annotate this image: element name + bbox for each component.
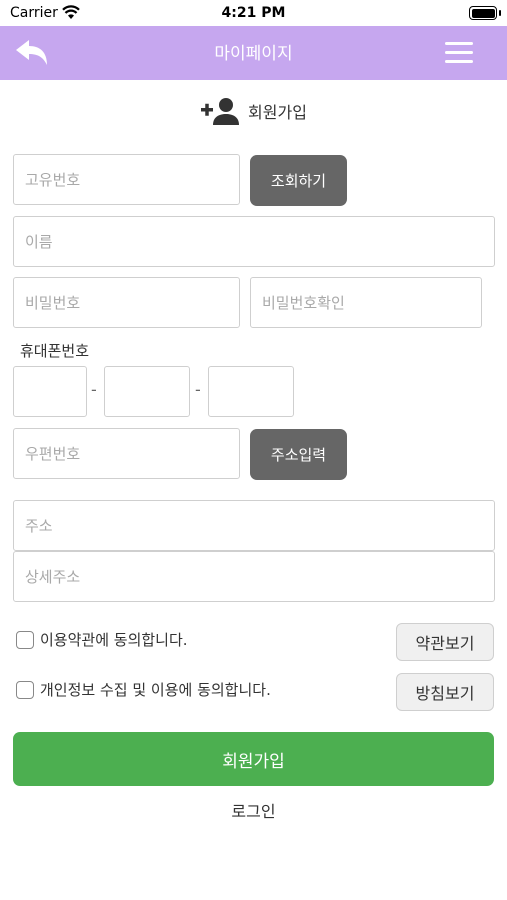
login-link[interactable]: 로그인 bbox=[0, 798, 507, 822]
add-user-icon bbox=[201, 98, 240, 125]
password-confirm-input[interactable] bbox=[250, 277, 482, 328]
terms-label: 이용약관에 동의합니다. bbox=[40, 631, 188, 649]
address-search-button[interactable]: 주소입력 bbox=[250, 429, 347, 480]
privacy-agreement-row: 개인정보 수집 및 이용에 동의합니다. bbox=[16, 679, 271, 700]
signup-submit-button[interactable]: 회원가입 bbox=[13, 732, 494, 786]
address-detail-input[interactable] bbox=[13, 551, 495, 602]
view-terms-button[interactable]: 약관보기 bbox=[396, 623, 494, 661]
clock: 4:21 PM bbox=[221, 5, 286, 21]
privacy-label: 개인정보 수집 및 이용에 동의합니다. bbox=[40, 681, 271, 699]
phone-label: 휴대폰번호 bbox=[20, 342, 90, 360]
hamburger-menu-icon[interactable] bbox=[445, 42, 473, 64]
phone-separator: - bbox=[91, 380, 97, 399]
terms-checkbox[interactable] bbox=[16, 630, 34, 649]
name-input[interactable] bbox=[13, 216, 495, 267]
unique-id-input[interactable] bbox=[13, 154, 240, 205]
section-title: 회원가입 bbox=[248, 103, 307, 122]
status-bar: Carrier 4:21 PM bbox=[0, 0, 507, 26]
lookup-button[interactable]: 조회하기 bbox=[250, 155, 347, 206]
app-header: 마이페이지 bbox=[0, 26, 507, 80]
password-input[interactable] bbox=[13, 277, 240, 328]
privacy-checkbox[interactable] bbox=[16, 680, 34, 699]
signup-heading: 회원가입 bbox=[0, 96, 507, 130]
postcode-input[interactable] bbox=[13, 428, 240, 479]
address-input[interactable] bbox=[13, 500, 495, 551]
battery-icon bbox=[469, 6, 497, 20]
terms-agreement-row: 이용약관에 동의합니다. bbox=[16, 629, 188, 650]
phone-part-3-input[interactable] bbox=[208, 366, 294, 417]
view-policy-button[interactable]: 방침보기 bbox=[396, 673, 494, 711]
phone-separator: - bbox=[195, 380, 201, 399]
phone-part-1-input[interactable] bbox=[13, 366, 87, 417]
phone-part-2-input[interactable] bbox=[104, 366, 190, 417]
battery-cap bbox=[499, 10, 501, 16]
page-title: 마이페이지 bbox=[214, 44, 293, 64]
